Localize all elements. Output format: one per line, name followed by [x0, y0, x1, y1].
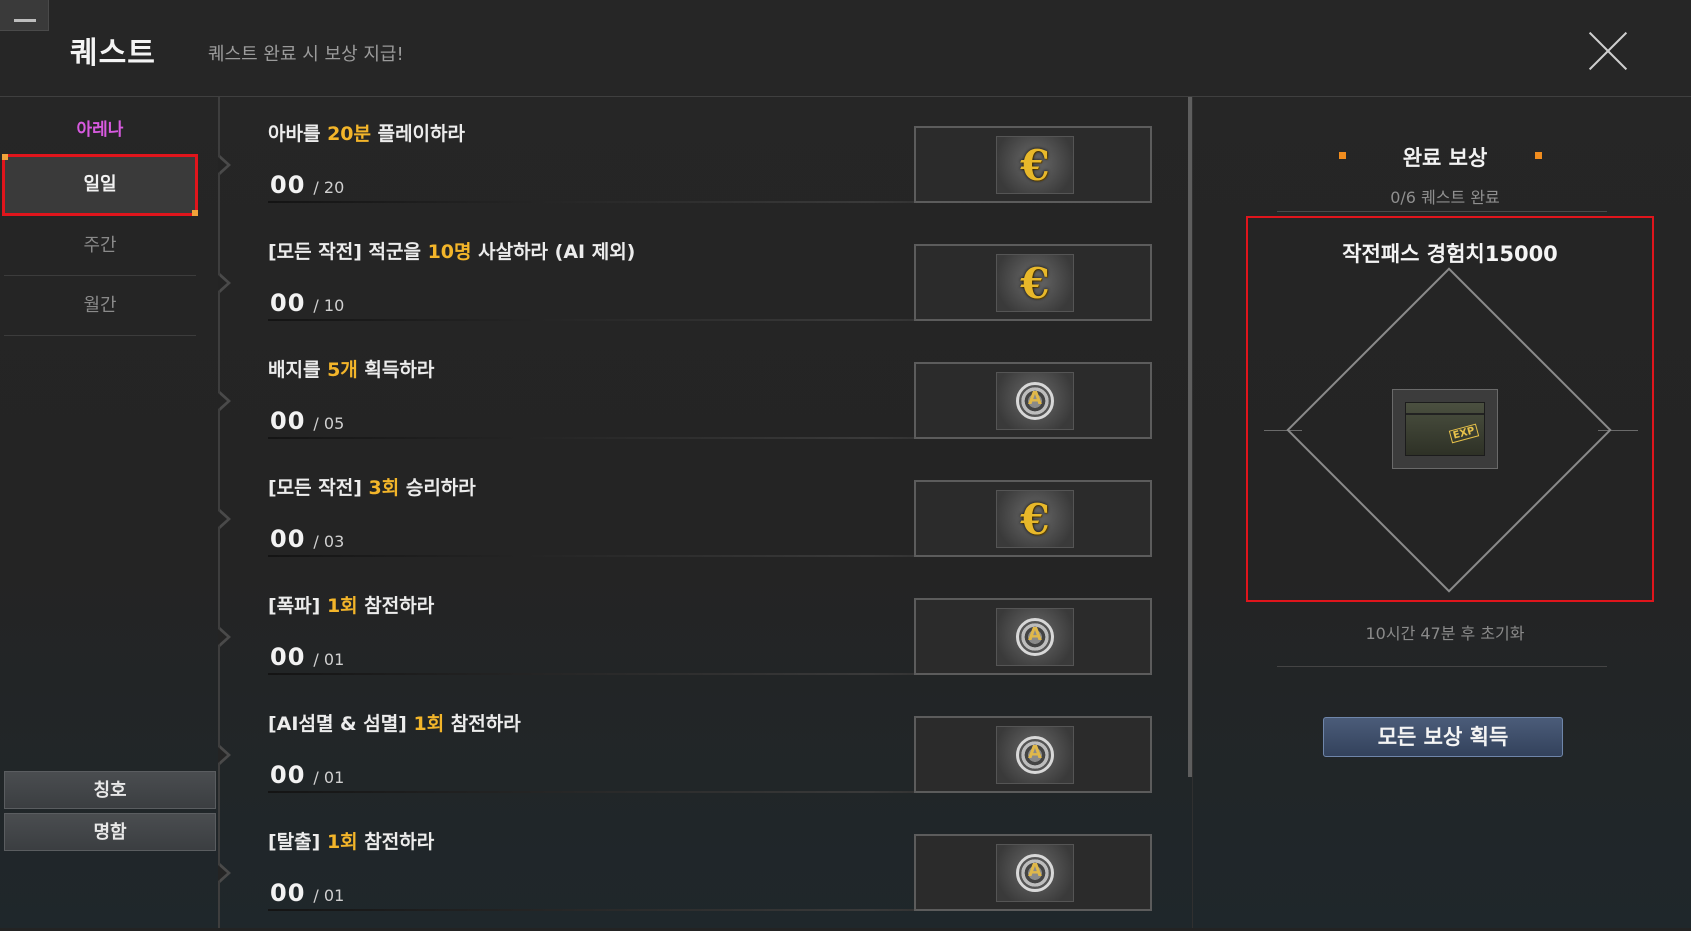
exp-crate-icon: EXP	[1392, 389, 1498, 469]
row-pointer	[218, 273, 231, 293]
tab-daily[interactable]: 일일	[2, 154, 198, 216]
reward-icon-frame	[996, 726, 1074, 784]
row-pointer	[218, 391, 231, 411]
namecard-button[interactable]: 명함	[4, 813, 216, 851]
quest-title: [탈출] 1회 참전하라	[268, 831, 435, 853]
reward-icon-frame	[996, 608, 1074, 666]
quest-title: [모든 작전] 적군을 10명 사살하라 (AI 제외)	[268, 241, 636, 263]
quest-reward-slot[interactable]: €	[914, 126, 1152, 203]
quest-row: [탈출] 1회 참전하라 00/ 01	[218, 813, 1190, 931]
reward-frame: EXP	[1248, 218, 1652, 600]
quest-row: [모든 작전] 적군을 10명 사살하라 (AI 제외) 00/ 10 €	[218, 223, 1190, 341]
window-subtitle: 퀘스트 완료 시 보상 지급!	[208, 44, 404, 65]
quest-row: 아바를 20분 플레이하라 00/ 20 €	[218, 105, 1190, 223]
reward-icon-frame: €	[996, 136, 1074, 194]
quest-progress: 00/ 10	[270, 289, 345, 317]
euro-coin-icon: €	[1020, 495, 1050, 544]
quest-row: 배지를 5개 획득하라 00/ 05	[218, 341, 1190, 459]
quest-reward-slot[interactable]	[914, 716, 1152, 793]
quest-reward-slot[interactable]	[914, 834, 1152, 911]
quest-reward-slot[interactable]	[914, 362, 1152, 439]
reward-icon-frame	[996, 844, 1074, 902]
badge-medal-icon	[1016, 618, 1054, 656]
tab-monthly[interactable]: 월간	[4, 277, 196, 336]
claim-all-rewards-button[interactable]: 모든 보상 획득	[1323, 717, 1563, 757]
completion-progress: 0/6 퀘스트 완료	[1390, 188, 1500, 207]
quest-progress: 00/ 05	[270, 407, 345, 435]
close-icon[interactable]	[1585, 28, 1631, 74]
title-button[interactable]: 칭호	[4, 771, 216, 809]
row-pointer	[218, 627, 231, 647]
quest-title: 배지를 5개 획득하라	[268, 359, 435, 381]
row-pointer	[218, 745, 231, 765]
quest-progress: 00/ 20	[270, 171, 345, 199]
completion-reward-card[interactable]: 작전패스 경험치15000 EXP	[1246, 216, 1654, 602]
row-pointer	[218, 155, 231, 175]
group-label-arena[interactable]: 아레나	[0, 115, 200, 140]
panel-divider	[1192, 97, 1193, 928]
quest-list: 아바를 20분 플레이하라 00/ 20 € [모든 작전] 적군을 10명 사…	[218, 97, 1190, 931]
quest-title: [폭파] 1회 참전하라	[268, 595, 435, 617]
reward-divider-top	[1277, 211, 1607, 212]
quest-reward-slot[interactable]	[914, 598, 1152, 675]
category-sidebar: 아레나 일일 주간 월간 칭호 명함	[0, 97, 220, 928]
reward-icon-frame: €	[996, 490, 1074, 548]
reward-icon-frame	[996, 372, 1074, 430]
euro-coin-icon: €	[1020, 141, 1050, 190]
quest-progress: 00/ 01	[270, 761, 345, 789]
quest-row: [폭파] 1회 참전하라 00/ 01	[218, 577, 1190, 695]
minimize-button[interactable]	[0, 0, 49, 31]
quest-row: [AI섬멸 & 섬멸] 1회 참전하라 00/ 01	[218, 695, 1190, 813]
exp-label: EXP	[1448, 423, 1480, 444]
quest-window: 퀘스트 퀘스트 완료 시 보상 지급! 아레나 일일 주간 월간 칭호 명함 아…	[0, 0, 1691, 928]
reward-divider-bottom	[1277, 666, 1607, 667]
reset-timer: 10시간 47분 후 초기화	[1365, 624, 1525, 643]
quest-progress: 00/ 03	[270, 525, 345, 553]
quest-reward-slot[interactable]: €	[914, 244, 1152, 321]
window-title: 퀘스트	[70, 36, 156, 71]
completion-reward-title: 완료 보상	[1402, 146, 1488, 170]
badge-medal-icon	[1016, 736, 1054, 774]
euro-coin-icon: €	[1020, 259, 1050, 308]
quest-title: [모든 작전] 3회 승리하라	[268, 477, 476, 499]
row-pointer	[218, 863, 231, 883]
minimize-icon	[14, 19, 36, 22]
tab-weekly[interactable]: 주간	[4, 217, 196, 276]
quest-title: [AI섬멸 & 섬멸] 1회 참전하라	[268, 713, 521, 735]
quest-progress: 00/ 01	[270, 643, 345, 671]
badge-medal-icon	[1016, 382, 1054, 420]
row-pointer	[218, 509, 231, 529]
reward-icon-frame: €	[996, 254, 1074, 312]
quest-row: [모든 작전] 3회 승리하라 00/ 03 €	[218, 459, 1190, 577]
quest-title: 아바를 20분 플레이하라	[268, 123, 465, 145]
quest-reward-slot[interactable]: €	[914, 480, 1152, 557]
quest-progress: 00/ 01	[270, 879, 345, 907]
badge-medal-icon	[1016, 854, 1054, 892]
crate-body: EXP	[1405, 402, 1485, 456]
